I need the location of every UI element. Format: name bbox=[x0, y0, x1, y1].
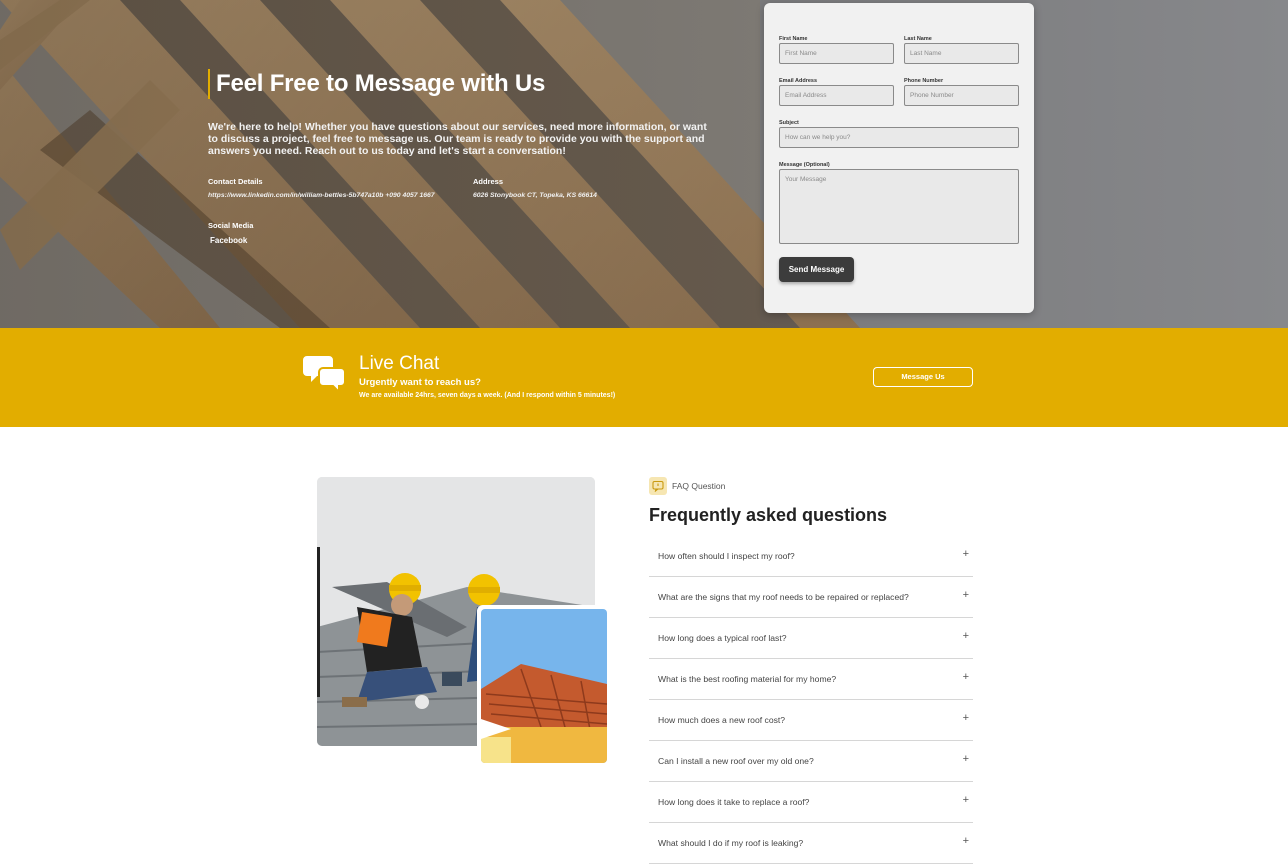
contact-details-label: Contact Details bbox=[208, 177, 263, 186]
last-name-label: Last Name bbox=[904, 36, 932, 42]
faq-tag: FAQ Question bbox=[672, 481, 726, 491]
hero-title: Feel Free to Message with Us bbox=[216, 70, 546, 97]
live-chat-title: Live Chat bbox=[359, 353, 440, 374]
facebook-link[interactable]: Facebook bbox=[210, 236, 247, 245]
faq-question: Can I install a new roof over my old one… bbox=[658, 756, 814, 766]
faq-title: Frequently asked questions bbox=[649, 505, 888, 525]
tiled-roof-house-image bbox=[477, 605, 611, 767]
title-accent-bar bbox=[208, 69, 210, 99]
faq-item[interactable]: Can I install a new roof over my old one… bbox=[649, 741, 973, 782]
faq-question: How much does a new roof cost? bbox=[658, 715, 786, 725]
plus-icon[interactable]: + bbox=[963, 671, 969, 683]
faq-item[interactable]: What is the best roofing material for my… bbox=[649, 659, 973, 700]
subject-label: Subject bbox=[779, 120, 799, 126]
plus-icon[interactable]: + bbox=[963, 548, 969, 560]
contact-details-value[interactable]: https://www.linkedin.com/in/william-bett… bbox=[208, 192, 435, 199]
faq-badge bbox=[649, 477, 667, 495]
subject-field[interactable]: How can we help you? bbox=[779, 127, 1019, 148]
first-name-field[interactable]: First Name bbox=[779, 43, 894, 64]
hero-content: Feel Free to Message with Us We're here … bbox=[208, 66, 728, 245]
faq-question: What is the best roofing material for my… bbox=[658, 674, 837, 684]
plus-icon[interactable]: + bbox=[963, 712, 969, 724]
faq-item[interactable]: How long does it take to replace a roof?… bbox=[649, 782, 973, 823]
phone-label: Phone Number bbox=[904, 78, 944, 84]
message-square-icon bbox=[652, 480, 664, 492]
faq-item[interactable]: What should I do if my roof is leaking? … bbox=[649, 823, 973, 864]
plus-icon[interactable]: + bbox=[963, 630, 969, 642]
faq-item[interactable]: How long does a typical roof last? + bbox=[649, 618, 973, 659]
faq-question: How long does a typical roof last? bbox=[658, 633, 787, 643]
message-textarea[interactable]: Your Message bbox=[779, 169, 1019, 244]
faq-item[interactable]: How often should I inspect my roof? + bbox=[649, 536, 973, 577]
faq-item[interactable]: How much does a new roof cost? + bbox=[649, 700, 973, 741]
phone-field[interactable]: Phone Number bbox=[904, 85, 1019, 106]
chat-bubbles-icon bbox=[303, 356, 346, 394]
faq-accordion: How often should I inspect my roof? + Wh… bbox=[649, 536, 973, 864]
plus-icon[interactable]: + bbox=[963, 794, 969, 806]
hero-heading: Feel Free to Message with Us bbox=[208, 66, 728, 102]
plus-icon[interactable]: + bbox=[963, 835, 969, 847]
live-chat-subtitle: Urgently want to reach us? bbox=[359, 377, 481, 388]
live-chat-banner: Live Chat Urgently want to reach us? We … bbox=[0, 328, 1288, 427]
faq-question: How often should I inspect my roof? bbox=[658, 551, 795, 561]
email-label: Email Address bbox=[779, 78, 818, 84]
hero-section: Feel Free to Message with Us We're here … bbox=[0, 0, 1288, 328]
send-message-button[interactable]: Send Message bbox=[779, 257, 854, 282]
hero-overlay bbox=[0, 0, 1288, 328]
plus-icon[interactable]: + bbox=[963, 589, 969, 601]
email-field[interactable]: Email Address bbox=[779, 85, 894, 106]
hero-description: We're here to help! Whether you have que… bbox=[208, 121, 707, 157]
last-name-field[interactable]: Last Name bbox=[904, 43, 1019, 64]
first-name-label: First Name bbox=[779, 36, 808, 42]
faq-question: What are the signs that my roof needs to… bbox=[658, 592, 909, 602]
faq-image-collage bbox=[317, 477, 611, 767]
faq-question: How long does it take to replace a roof? bbox=[658, 797, 810, 807]
address-value: 6026 Stonybook CT, Topeka, KS 66614 bbox=[473, 192, 597, 199]
social-media-label: Social Media bbox=[208, 221, 254, 230]
address-label: Address bbox=[473, 177, 504, 186]
message-us-button[interactable]: Message Us bbox=[873, 367, 973, 387]
contact-form: First Name First Name Last Name Last Nam… bbox=[764, 3, 1034, 313]
faq-item[interactable]: What are the signs that my roof needs to… bbox=[649, 577, 973, 618]
faq-question: What should I do if my roof is leaking? bbox=[658, 838, 804, 848]
plus-icon[interactable]: + bbox=[963, 753, 969, 765]
message-label: Message (Optional) bbox=[779, 162, 830, 168]
live-chat-availability: We are available 24hrs, seven days a wee… bbox=[359, 392, 616, 399]
